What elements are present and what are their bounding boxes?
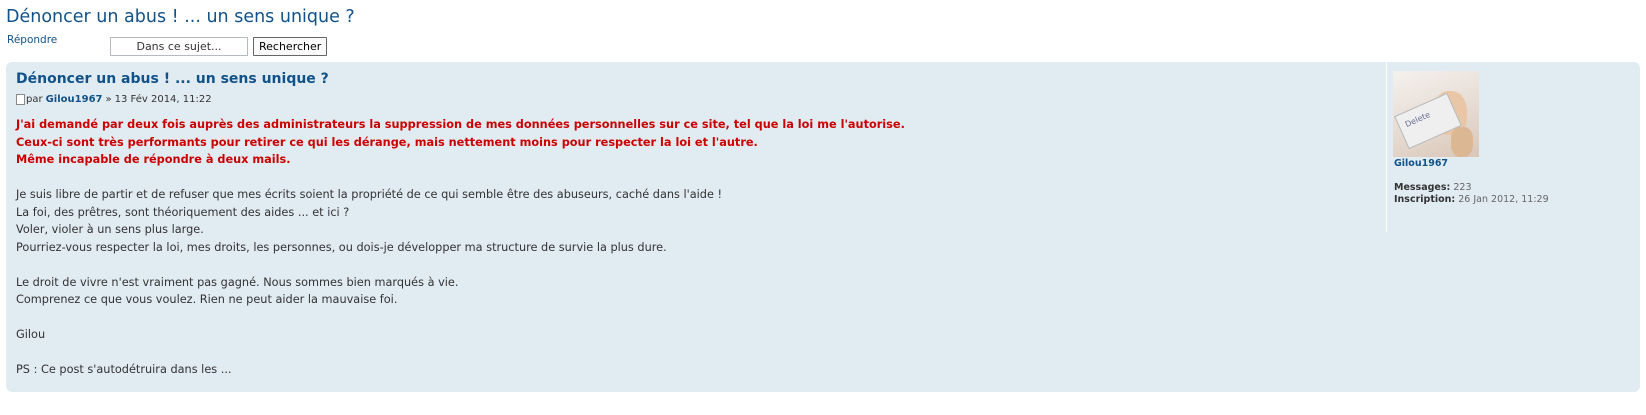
inscription-label: Inscription: [1394, 193, 1456, 205]
inscription-stat: Inscription: 26 Jan 2012, 11:29 [1394, 194, 1549, 206]
messages-label: Messages: [1394, 182, 1451, 193]
signature: Gilou [16, 328, 46, 341]
content-line: Pourriez-vous respecter la loi, mes droi… [16, 240, 667, 254]
post-subject[interactable]: Dénoncer un abus ! ... un sens unique ? [16, 68, 1376, 90]
topic-search-box: Rechercher [110, 37, 328, 56]
by-label: par [26, 94, 43, 105]
post-date: 13 Fév 2014, 11:22 [114, 94, 212, 105]
profile-username-link[interactable]: Gilou1967 [1394, 158, 1448, 169]
content-line: J'ai demandé par deux fois auprès des ad… [16, 118, 905, 131]
content-line: Comprenez ce que vous voulez. Rien ne pe… [16, 293, 398, 306]
content-line: Voler, violer à un sens plus large. [16, 223, 204, 236]
post: Dénoncer un abus ! ... un sens unique ? … [6, 62, 1640, 392]
avatar-key-text: Delete [1403, 110, 1432, 130]
inscription-value: 26 Jan 2012, 11:29 [1458, 193, 1549, 205]
post-author-link[interactable]: Gilou1967 [46, 92, 103, 108]
date-separator: » [105, 94, 112, 105]
post-profile: Delete Gilou1967 Messages: 223 Inscripti… [1386, 62, 1641, 232]
content-line: La foi, des prêtres, sont théoriquement … [16, 205, 350, 219]
postscript: PS : Ce post s'autodétruira dans les ... [16, 363, 232, 376]
messages-stat: Messages: 223 [1394, 182, 1549, 194]
content-line: Je suis libre de partir et de refuser qu… [16, 188, 723, 201]
avatar[interactable]: Delete [1393, 71, 1479, 157]
post-author-line: par Gilou1967 » 13 Fév 2014, 11:22 [16, 92, 1376, 108]
page-title[interactable]: Dénoncer un abus ! ... un sens unique ? [6, 4, 355, 30]
content-line: Ceux-ci sont très performants pour retir… [16, 135, 758, 149]
post-body: Dénoncer un abus ! ... un sens unique ? … [16, 68, 1376, 379]
content-line: Même incapable de répondre à deux mails. [16, 153, 291, 166]
post-content: J'ai demandé par deux fois auprès des ad… [16, 116, 1376, 379]
post-icon[interactable] [16, 93, 25, 105]
reply-link[interactable]: Répondre [7, 34, 57, 46]
search-input[interactable] [110, 37, 248, 56]
search-button[interactable]: Rechercher [253, 37, 328, 56]
messages-value: 223 [1453, 182, 1472, 193]
profile-stats: Messages: 223 Inscription: 26 Jan 2012, … [1394, 182, 1549, 205]
content-line: Le droit de vivre n'est vraiment pas gag… [16, 275, 459, 289]
avatar-leg [1451, 127, 1473, 157]
